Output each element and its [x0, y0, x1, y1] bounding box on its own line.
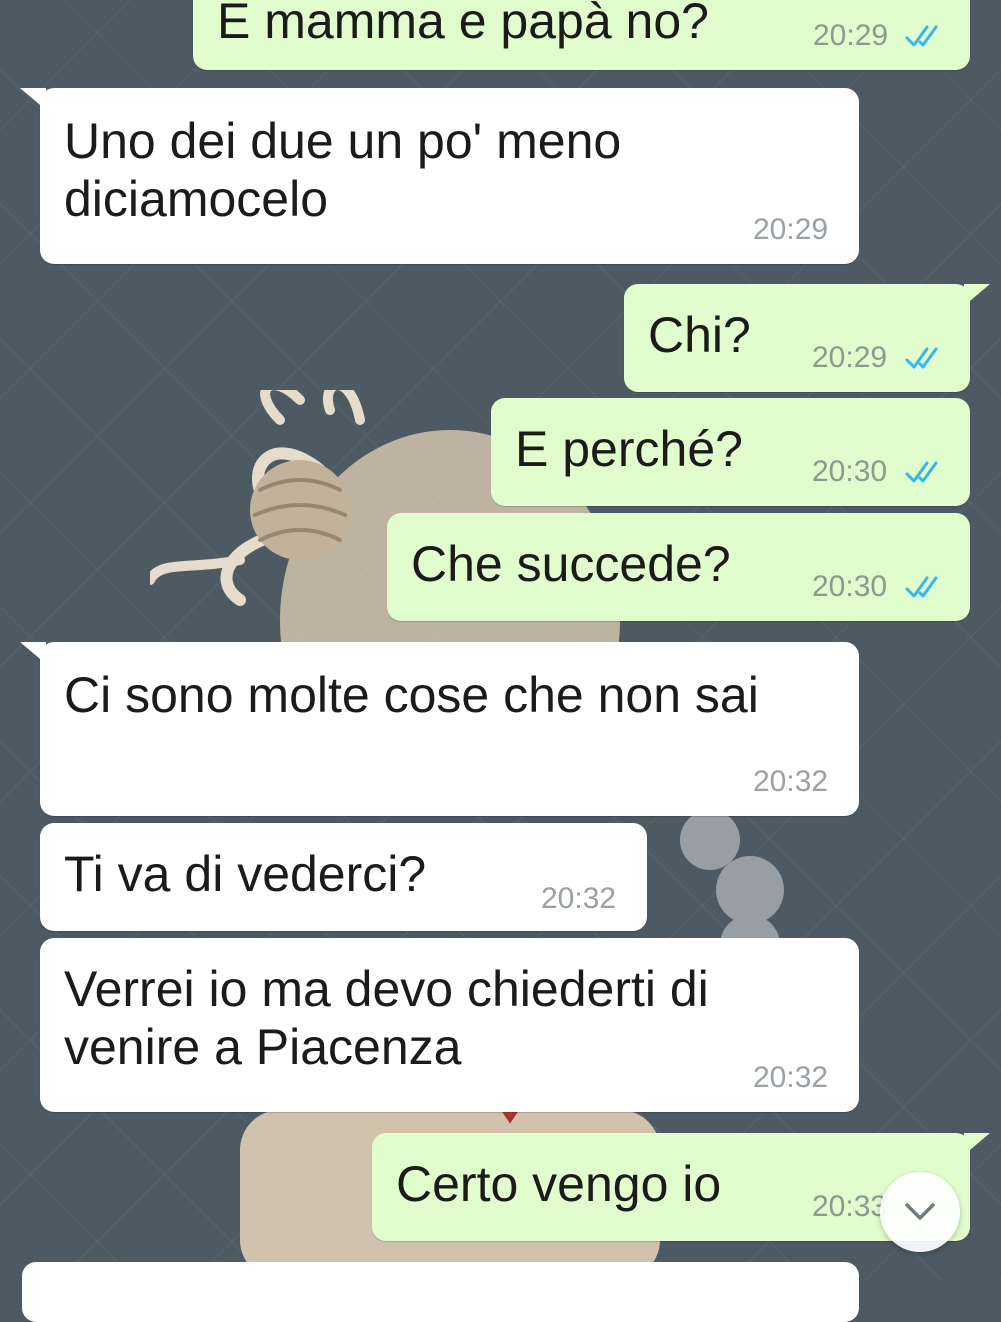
message-text: Verrei io ma devo chiederti di venire a …	[64, 961, 709, 1075]
message-time: 20:32	[753, 1061, 829, 1094]
message-text: Ci sono molte cose che non sai	[64, 667, 759, 723]
message-bubble-incoming[interactable]: Uno dei due un po' meno diciamocelo 20:2…	[20, 88, 859, 264]
message-bubble-incoming-partial[interactable]	[22, 1262, 859, 1322]
message-text: Che succede?	[411, 536, 731, 592]
double-check-icon	[905, 25, 938, 47]
message-bubble-incoming[interactable]: Ci sono molte cose che non sai 20:32	[20, 642, 859, 816]
message-time: 20:29	[753, 213, 829, 246]
message-text: Certo vengo io	[396, 1156, 722, 1212]
message-time: 20:32	[753, 765, 829, 798]
message-bubble-outgoing[interactable]: E perché? 20:30	[491, 398, 970, 506]
message-text: E mamma e papà no?	[217, 0, 709, 49]
message-time: 20:33	[812, 1190, 888, 1223]
message-bubble-incoming[interactable]: Ti va di vederci? 20:32	[40, 823, 647, 931]
message-time: 20:32	[541, 882, 617, 915]
message-bubble-outgoing[interactable]: Che succede? 20:30	[387, 513, 970, 621]
message-bubble-outgoing[interactable]: Certo vengo io 20:33	[372, 1133, 990, 1241]
message-bubble-outgoing[interactable]: Chi? 20:29	[624, 284, 990, 392]
message-bubble-outgoing[interactable]: E mamma e papà no? 20:29	[193, 0, 970, 70]
message-time: 20:30	[812, 455, 888, 488]
message-text: Ti va di vederci?	[64, 846, 427, 902]
message-time: 20:29	[813, 19, 889, 52]
double-check-icon	[905, 347, 938, 369]
message-time: 20:30	[812, 570, 888, 603]
message-time: 20:29	[812, 341, 888, 374]
message-text: E perché?	[515, 421, 743, 477]
message-bubble-incoming[interactable]: Verrei io ma devo chiederti di venire a …	[40, 938, 859, 1112]
chevron-down-icon	[905, 1203, 935, 1220]
double-check-icon	[905, 461, 938, 483]
double-check-icon	[905, 576, 938, 598]
message-text: Chi?	[648, 307, 751, 363]
scroll-to-bottom-button[interactable]	[880, 1172, 960, 1252]
message-text: Uno dei due un po' meno diciamocelo	[64, 113, 622, 227]
